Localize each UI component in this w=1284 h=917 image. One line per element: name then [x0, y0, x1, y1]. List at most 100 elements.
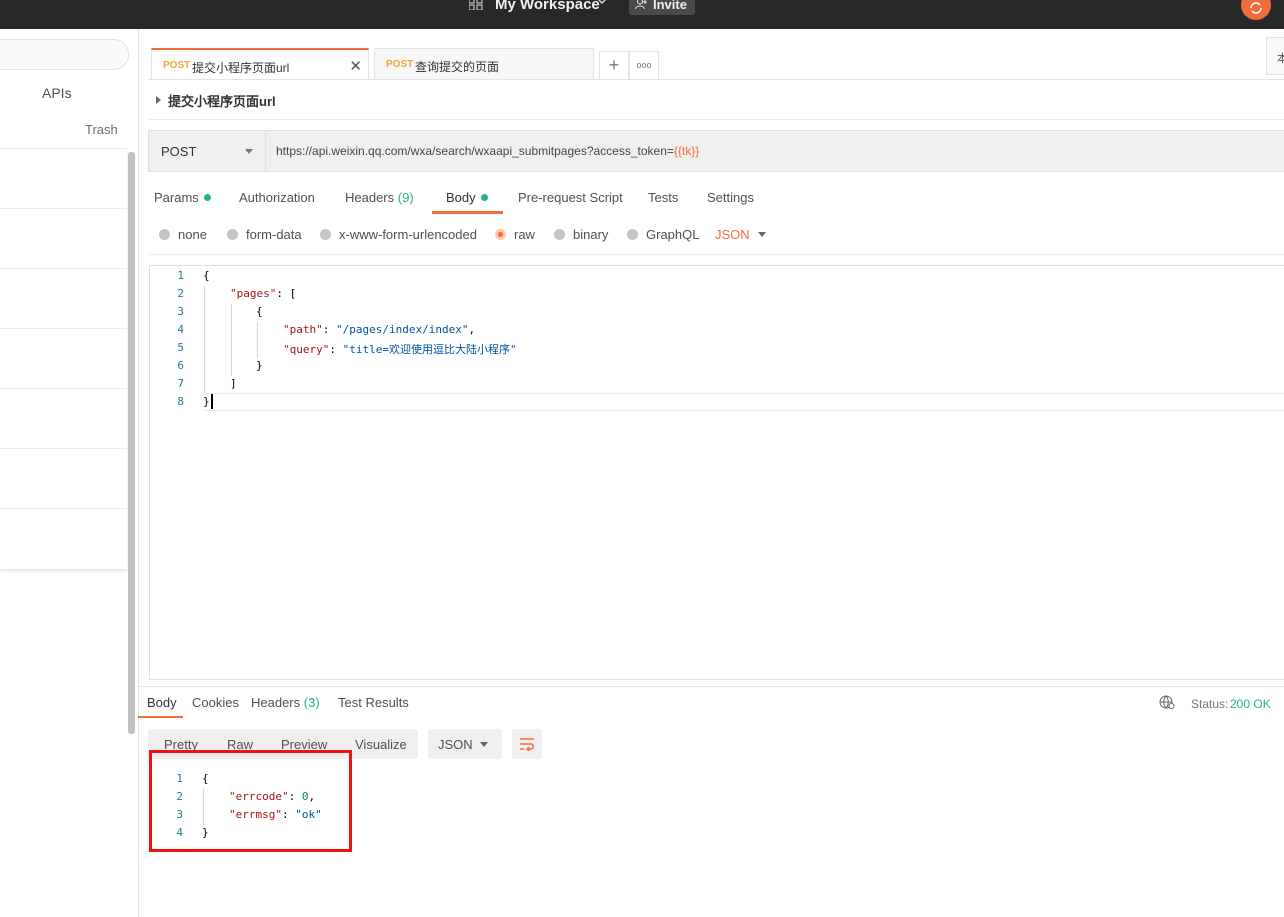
- language-value: JSON: [438, 737, 473, 752]
- radio-icon: [320, 229, 331, 240]
- top-bar: My Workspace Invite: [0, 0, 1284, 29]
- tab-query-pages[interactable]: POST 查询提交的页面: [374, 48, 594, 79]
- url-bar: POST https://api.weixin.qq.com/wxa/searc…: [148, 130, 1284, 172]
- radio-label: raw: [514, 227, 535, 242]
- radio-binary[interactable]: binary: [554, 227, 608, 242]
- mode-divider: [148, 254, 1284, 255]
- response-tab-cookies[interactable]: Cookies: [192, 695, 239, 710]
- close-icon[interactable]: ✕: [349, 57, 362, 75]
- list-item[interactable]: [0, 389, 127, 449]
- globe-icon[interactable]: [1159, 694, 1175, 710]
- response-divider: [138, 686, 1284, 687]
- sidebar-search-input[interactable]: [0, 39, 129, 70]
- tab-label: Headers: [251, 695, 301, 710]
- tab-options-button[interactable]: ooo: [629, 51, 659, 80]
- sidebar-scrollbar[interactable]: [128, 152, 135, 734]
- method-select[interactable]: POST: [149, 131, 266, 171]
- response-language-select[interactable]: JSON: [428, 729, 502, 759]
- tab-authorization[interactable]: Authorization: [239, 190, 315, 205]
- invite-button[interactable]: Invite: [629, 0, 695, 15]
- line-number: 2: [177, 287, 184, 300]
- line-number: 5: [177, 341, 184, 354]
- radio-label: x-www-form-urlencoded: [339, 227, 477, 242]
- radio-urlencoded[interactable]: x-www-form-urlencoded: [320, 227, 477, 242]
- list-item[interactable]: [0, 329, 127, 389]
- line-number: 6: [177, 359, 184, 372]
- list-item[interactable]: [0, 449, 127, 509]
- radio-selected-icon: [495, 229, 506, 240]
- list-item[interactable]: [0, 149, 127, 209]
- sidebar-collection-list: [0, 148, 127, 569]
- url-variable: {{tk}}: [673, 144, 700, 158]
- url-input[interactable]: https://api.weixin.qq.com/wxa/search/wxa…: [276, 144, 699, 158]
- code-line: }: [256, 359, 263, 372]
- active-tab-indicator: [138, 716, 183, 718]
- line-number: 3: [177, 305, 184, 318]
- workspace-switcher[interactable]: My Workspace: [495, 0, 600, 14]
- radio-raw[interactable]: raw: [495, 227, 535, 242]
- code-line: }: [203, 395, 210, 408]
- expand-arrow-icon[interactable]: [156, 96, 161, 104]
- radio-icon: [227, 229, 238, 240]
- wrap-icon: [520, 738, 534, 751]
- radio-label: form-data: [246, 227, 302, 242]
- code-line: ]: [230, 377, 237, 390]
- tab-settings[interactable]: Settings: [707, 190, 754, 205]
- headers-count: (9): [397, 190, 414, 205]
- chevron-down-icon[interactable]: [597, 0, 607, 6]
- environment-selector[interactable]: 本: [1266, 37, 1284, 75]
- grid-icon: [469, 0, 483, 10]
- request-body-editor[interactable]: 1 2 3 4 5 6 7 8 { "pages": [ { "path": "…: [149, 265, 1284, 680]
- tab-submit-pages[interactable]: POST 提交小程序页面url ✕: [151, 48, 369, 79]
- code-line: "path": "/pages/index/index",: [283, 323, 476, 336]
- add-user-icon: [635, 0, 647, 10]
- code-line: "pages": [: [230, 287, 297, 300]
- response-tab-headers[interactable]: Headers (3): [251, 695, 320, 710]
- text-caret: [211, 394, 213, 409]
- radio-icon: [159, 229, 170, 240]
- chevron-down-icon[interactable]: [758, 232, 766, 237]
- tab-tests[interactable]: Tests: [648, 190, 678, 205]
- sidebar-trash-link[interactable]: Trash: [85, 122, 118, 137]
- radio-icon: [554, 229, 565, 240]
- tab-label: Params: [154, 190, 199, 205]
- radio-graphql[interactable]: GraphQL: [627, 227, 699, 242]
- active-dot-icon: [203, 194, 211, 201]
- indent-guide: [231, 304, 232, 376]
- line-number: 4: [177, 323, 184, 336]
- tab-label: Body: [446, 190, 476, 205]
- sidebar-tab-apis[interactable]: APIs: [42, 85, 72, 101]
- tab-headers[interactable]: Headers (9): [345, 190, 414, 205]
- tab-body[interactable]: Body: [446, 190, 488, 205]
- response-tab-test-results[interactable]: Test Results: [338, 695, 409, 710]
- new-tab-button[interactable]: +: [599, 51, 629, 80]
- list-item[interactable]: [0, 209, 127, 269]
- current-line-highlight: [203, 393, 1284, 411]
- environment-label: 本: [1277, 53, 1284, 65]
- tab-label: Headers: [345, 190, 395, 205]
- status-value: 200 OK: [1230, 697, 1271, 711]
- method-value: POST: [161, 144, 197, 159]
- code-line: "query": "title=欢迎使用逗比大陆小程序": [283, 343, 517, 356]
- url-text: https://api.weixin.qq.com/wxa/search/wxa…: [276, 144, 674, 158]
- body-type-select[interactable]: JSON: [715, 227, 750, 242]
- sync-button[interactable]: [1241, 0, 1271, 20]
- tab-params[interactable]: Params: [154, 190, 211, 205]
- radio-form-data[interactable]: form-data: [227, 227, 302, 242]
- title-divider: [148, 119, 1284, 120]
- list-item[interactable]: [0, 509, 127, 568]
- tab-name: 查询提交的页面: [415, 60, 500, 74]
- tab-name: 提交小程序页面url: [192, 61, 290, 75]
- status-label: Status:: [1191, 697, 1229, 711]
- chevron-down-icon: [245, 149, 253, 154]
- tab-prerequest-script[interactable]: Pre-request Script: [518, 190, 623, 205]
- response-tab-body[interactable]: Body: [147, 695, 177, 710]
- line-number: 7: [177, 377, 184, 390]
- radio-icon: [627, 229, 638, 240]
- wrap-lines-button[interactable]: [512, 729, 542, 759]
- list-item[interactable]: [0, 269, 127, 329]
- format-visualize-button[interactable]: Visualize: [355, 737, 407, 752]
- annotation-highlight-box: [149, 750, 352, 852]
- radio-label: none: [178, 227, 207, 242]
- radio-none[interactable]: none: [159, 227, 207, 242]
